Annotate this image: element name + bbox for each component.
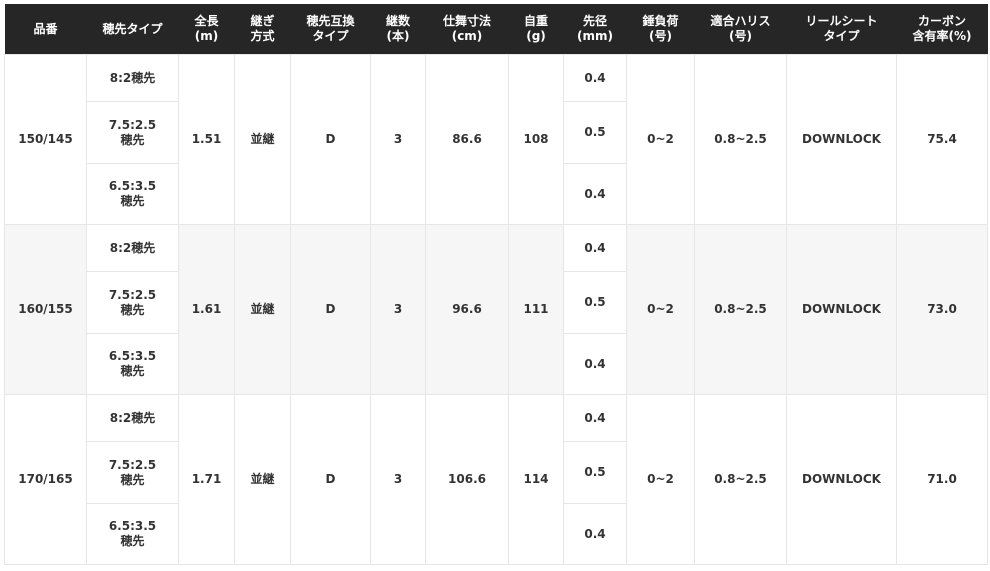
tip-diameter-cell: 0.4 <box>563 394 627 442</box>
sections-cell: 3 <box>370 54 426 225</box>
length-cell: 1.71 <box>178 394 235 565</box>
table-row: 150/145 8:2穂先 1.51 並継 D 3 86.6 108 0.4 0… <box>4 54 988 225</box>
table-row: 160/155 8:2穂先 1.61 並継 D 3 96.6 111 0.4 0… <box>4 224 988 395</box>
header-cell-model: 品番 <box>4 4 87 55</box>
sinker-cell: 0~2 <box>626 224 695 395</box>
tip-diameter-cell: 0.5 <box>563 101 627 164</box>
header-cell-tip-diameter: 先径 (mm) <box>563 4 627 55</box>
tip-type-cell: 8:2穂先 <box>86 394 179 442</box>
tip-compat-cell: D <box>290 394 371 565</box>
length-cell: 1.61 <box>178 224 235 395</box>
length-cell: 1.51 <box>178 54 235 225</box>
tip-type-cell: 7.5:2.5 穂先 <box>86 101 179 164</box>
leader-cell: 0.8~2.5 <box>694 224 787 395</box>
tip-diameter-cell: 0.5 <box>563 271 627 334</box>
reel-seat-cell: DOWNLOCK <box>786 54 897 225</box>
tip-diameter-cell: 0.4 <box>563 163 627 225</box>
joint-cell: 並継 <box>234 394 291 565</box>
spec-table: 品番 穂先タイプ 全長 (m) 継ぎ 方式 穂先互換 タイプ 継数 (本) 仕舞… <box>4 4 988 565</box>
model-group-160: 160/155 8:2穂先 1.61 並継 D 3 96.6 111 0.4 0… <box>4 224 988 395</box>
tip-compat-cell: D <box>290 224 371 395</box>
model-cell: 170/165 <box>4 394 87 565</box>
tip-diameter-cell: 0.4 <box>563 503 627 565</box>
weight-cell: 114 <box>508 394 564 565</box>
sections-cell: 3 <box>370 224 426 395</box>
table-row: 170/165 8:2穂先 1.71 並継 D 3 106.6 114 0.4 … <box>4 394 988 565</box>
tip-diameter-cell: 0.4 <box>563 224 627 272</box>
weight-cell: 108 <box>508 54 564 225</box>
closed-length-cell: 96.6 <box>425 224 509 395</box>
tip-type-cell: 8:2穂先 <box>86 224 179 272</box>
header-cell-tip-compat: 穂先互換 タイプ <box>290 4 371 55</box>
header-cell-reel-seat: リールシート タイプ <box>786 4 897 55</box>
sinker-cell: 0~2 <box>626 394 695 565</box>
header-cell-length: 全長 (m) <box>178 4 235 55</box>
reel-seat-cell: DOWNLOCK <box>786 224 897 395</box>
header-cell-carbon: カーボン 含有率(%) <box>896 4 988 55</box>
header-cell-closed-length: 仕舞寸法 (cm) <box>425 4 509 55</box>
joint-cell: 並継 <box>234 224 291 395</box>
tip-type-cell: 7.5:2.5 穂先 <box>86 441 179 504</box>
tip-diameter-cell: 0.4 <box>563 54 627 102</box>
carbon-cell: 71.0 <box>896 394 988 565</box>
tip-diameter-cell: 0.5 <box>563 441 627 504</box>
tip-type-cell: 6.5:3.5 穂先 <box>86 163 179 225</box>
header-cell-tip-type: 穂先タイプ <box>86 4 179 55</box>
model-group-170: 170/165 8:2穂先 1.71 並継 D 3 106.6 114 0.4 … <box>4 394 988 565</box>
tip-diameter-cell: 0.4 <box>563 333 627 395</box>
header-row: 品番 穂先タイプ 全長 (m) 継ぎ 方式 穂先互換 タイプ 継数 (本) 仕舞… <box>4 4 988 55</box>
joint-cell: 並継 <box>234 54 291 225</box>
header-cell-leader: 適合ハリス (号) <box>694 4 787 55</box>
tip-type-cell: 8:2穂先 <box>86 54 179 102</box>
header-cell-joint: 継ぎ 方式 <box>234 4 291 55</box>
closed-length-cell: 106.6 <box>425 394 509 565</box>
sections-cell: 3 <box>370 394 426 565</box>
tip-type-cell: 6.5:3.5 穂先 <box>86 333 179 395</box>
reel-seat-cell: DOWNLOCK <box>786 394 897 565</box>
carbon-cell: 73.0 <box>896 224 988 395</box>
header-cell-sinker: 錘負荷 (号) <box>626 4 695 55</box>
weight-cell: 111 <box>508 224 564 395</box>
tip-compat-cell: D <box>290 54 371 225</box>
tip-type-cell: 7.5:2.5 穂先 <box>86 271 179 334</box>
model-group-150: 150/145 8:2穂先 1.51 並継 D 3 86.6 108 0.4 0… <box>4 54 988 225</box>
header-cell-weight: 自重 (g) <box>508 4 564 55</box>
model-cell: 150/145 <box>4 54 87 225</box>
leader-cell: 0.8~2.5 <box>694 394 787 565</box>
carbon-cell: 75.4 <box>896 54 988 225</box>
header-cell-sections: 継数 (本) <box>370 4 426 55</box>
closed-length-cell: 86.6 <box>425 54 509 225</box>
model-cell: 160/155 <box>4 224 87 395</box>
leader-cell: 0.8~2.5 <box>694 54 787 225</box>
tip-type-cell: 6.5:3.5 穂先 <box>86 503 179 565</box>
sinker-cell: 0~2 <box>626 54 695 225</box>
